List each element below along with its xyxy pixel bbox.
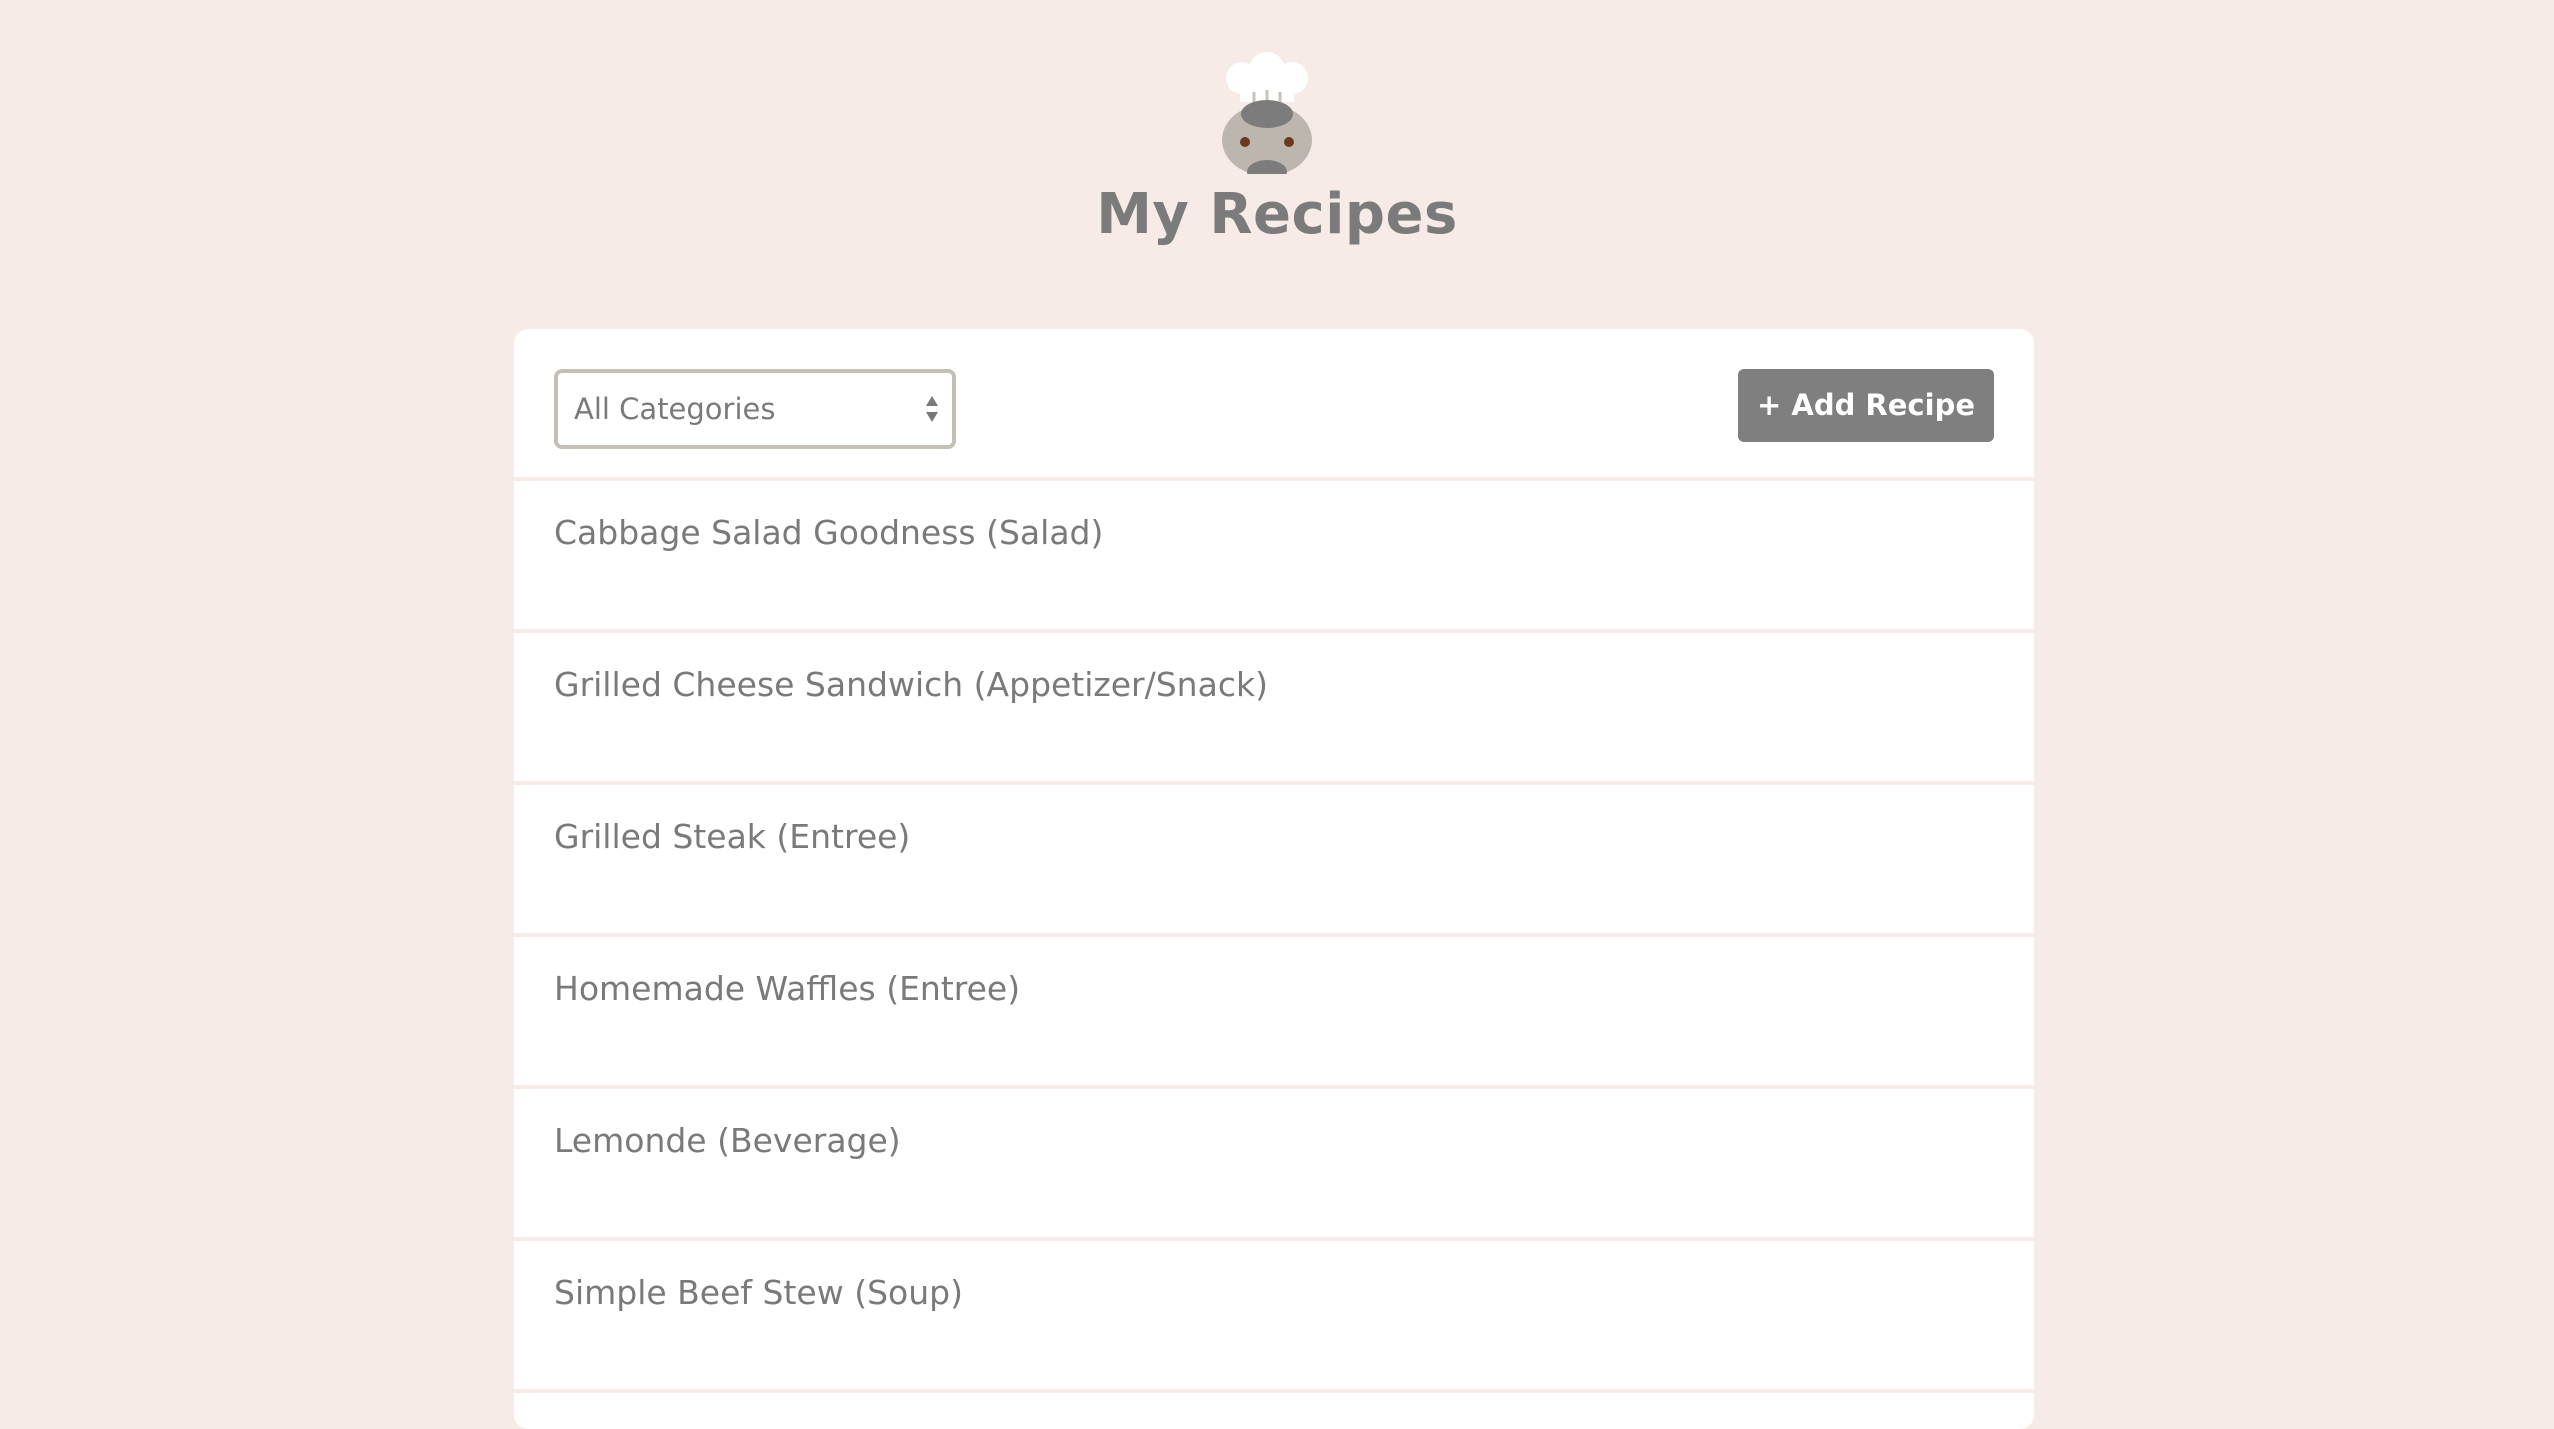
recipe-list: Cabbage Salad Goodness (Salad) Grilled C…: [514, 481, 2034, 1393]
select-arrows-icon: [926, 396, 938, 422]
recipe-title: Homemade Waffles (Entree): [554, 969, 1021, 1008]
add-recipe-button[interactable]: + Add Recipe: [1738, 369, 1994, 442]
page-title: My Recipes: [1096, 182, 1458, 247]
recipe-list-item[interactable]: Grilled Cheese Sandwich (Appetizer/Snack…: [514, 633, 2034, 785]
toolbar: All Categories + Add Recipe: [514, 329, 2034, 481]
category-select[interactable]: All Categories: [554, 369, 956, 449]
recipe-title: Simple Beef Stew (Soup): [554, 1273, 963, 1312]
recipe-list-item[interactable]: Lemonde (Beverage): [514, 1089, 2034, 1241]
recipe-title: Grilled Cheese Sandwich (Appetizer/Snack…: [554, 665, 1268, 704]
recipe-title: Grilled Steak (Entree): [554, 817, 911, 856]
recipe-list-item[interactable]: Cabbage Salad Goodness (Salad): [514, 481, 2034, 633]
recipe-list-item[interactable]: Simple Beef Stew (Soup): [514, 1241, 2034, 1393]
page-header: My Recipes: [0, 0, 2554, 300]
recipe-title: Cabbage Salad Goodness (Salad): [554, 513, 1104, 552]
recipes-panel: All Categories + Add Recipe Cabbage Sala…: [514, 329, 2034, 1429]
chef-hat-face-icon: [1222, 52, 1312, 180]
recipe-title: Lemonde (Beverage): [554, 1121, 901, 1160]
category-select-value: All Categories: [574, 392, 776, 426]
recipe-list-item[interactable]: Homemade Waffles (Entree): [514, 937, 2034, 1089]
recipe-list-item[interactable]: Grilled Steak (Entree): [514, 785, 2034, 937]
